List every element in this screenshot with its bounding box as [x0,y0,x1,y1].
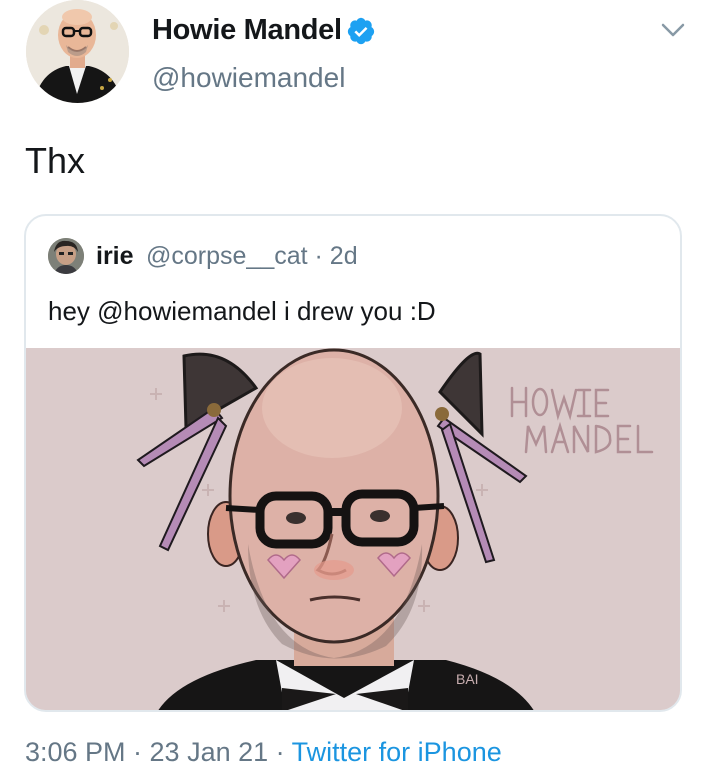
verified-badge-icon [347,17,375,45]
quoted-tweet-text: hey @howiemandel i drew you :D [48,296,436,326]
author-display-name[interactable]: Howie Mandel [152,14,342,47]
quoted-author-avatar [48,238,84,274]
drawing-of-howie-mandel: BAI [26,348,680,710]
chevron-down-icon[interactable] [660,20,686,40]
tweet: Howie Mandel @howiemandel Thx irie @corp… [0,0,704,768]
author-handle[interactable]: @howiemandel [152,62,345,94]
tweet-footer: 3:06 PM · 23 Jan 21 · Twitter for iPhone [25,737,502,768]
quoted-author-handle-time[interactable]: @corpse__cat · 2d [146,242,358,271]
artist-signature: BAI [456,671,479,687]
tweet-source-link[interactable]: Twitter for iPhone [292,737,502,767]
quoted-author-name[interactable]: irie [96,242,134,271]
quoted-tweet-card[interactable]: irie @corpse__cat · 2d hey @howiemandel … [24,214,682,712]
tweet-text: Thx [25,140,86,181]
quoted-tweet-artwork[interactable]: BAI [26,348,680,710]
author-avatar[interactable] [26,0,129,103]
tweet-timestamp[interactable]: 3:06 PM · 23 Jan 21 · [25,737,292,767]
